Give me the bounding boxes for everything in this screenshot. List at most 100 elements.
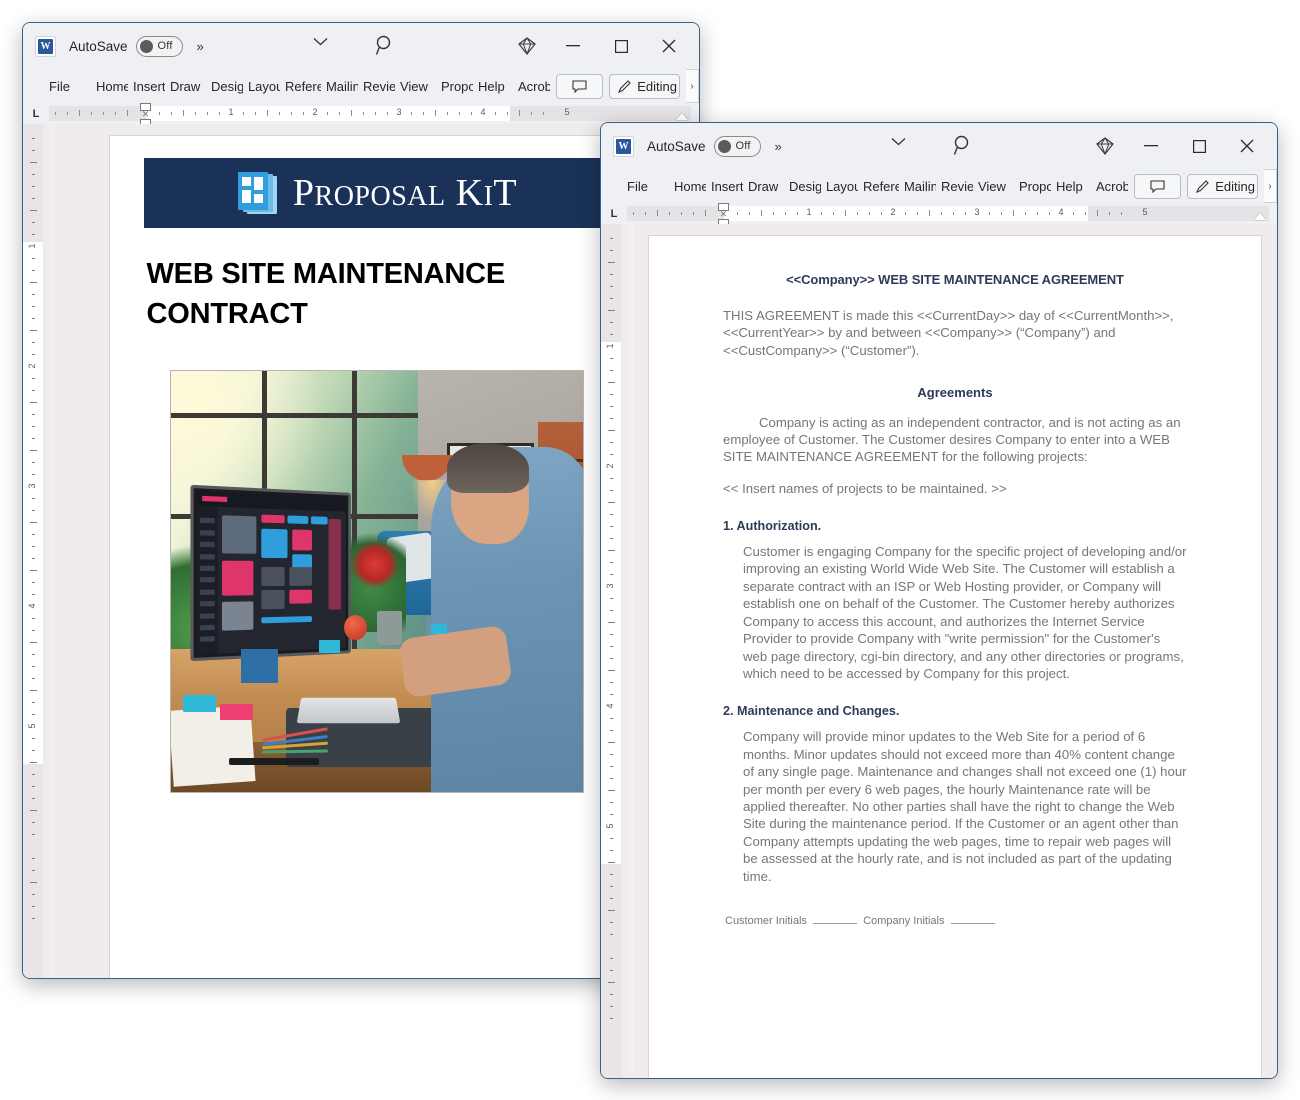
titlebar-2: W AutoSave Off » — [601, 123, 1277, 169]
pencil-icon — [1196, 180, 1210, 193]
horizontal-ruler-2[interactable]: L 1 2 3 4 5 ✕ — [601, 203, 1277, 227]
ruler-number-2: 2 — [312, 107, 318, 117]
tab-mailings[interactable]: Mailings — [899, 169, 936, 203]
window-controls-2 — [1083, 123, 1271, 169]
word-window-1[interactable]: W AutoSave Off » File Home Insert Draw D… — [22, 22, 700, 979]
tab-help[interactable]: Help — [1051, 169, 1091, 203]
tab-references[interactable]: References — [858, 169, 899, 203]
editing-label: Editing — [637, 78, 677, 94]
tab-insert[interactable]: Insert — [706, 169, 743, 203]
vruler-number-2: 2 — [605, 463, 615, 469]
tab-proposal[interactable]: Proposal — [1014, 169, 1051, 203]
tab-help[interactable]: Help — [473, 69, 513, 103]
section-1-body: Customer is engaging Company for the spe… — [743, 543, 1187, 681]
monitor-in-photo — [190, 484, 351, 662]
vertical-ruler-1[interactable]: 1 2 3 4 5 — [23, 124, 43, 978]
close-button[interactable] — [1223, 130, 1271, 162]
editing-mode-button[interactable]: Editing — [1187, 173, 1258, 199]
tab-draw[interactable]: Draw — [743, 169, 784, 203]
word-icon[interactable]: W — [613, 135, 634, 157]
tab-insert[interactable]: Insert — [128, 69, 165, 103]
maximize-button[interactable] — [1175, 130, 1223, 162]
hanging-indent-marker[interactable]: ✕ — [718, 209, 729, 219]
tab-view[interactable]: View — [973, 169, 1014, 203]
minimize-button[interactable] — [1127, 130, 1175, 162]
ruler-number-4: 4 — [480, 107, 486, 117]
tab-layout[interactable]: Layout — [821, 169, 858, 203]
pencil-icon — [618, 80, 632, 93]
page-scroll-2[interactable]: <<Company>> WEB SITE MAINTENANCE AGREEME… — [633, 224, 1277, 1078]
tab-layout[interactable]: Layout — [243, 69, 280, 103]
tab-design[interactable]: Design — [784, 169, 821, 203]
search-icon[interactable] — [375, 34, 395, 56]
ruler-strip[interactable]: 1 2 3 4 5 ✕ — [49, 103, 691, 127]
tab-file[interactable]: File — [35, 69, 83, 103]
hanging-indent-marker[interactable]: ✕ — [140, 109, 151, 119]
projects-placeholder: << Insert names of projects to be mainta… — [723, 480, 1007, 496]
ruler-number-4: 4 — [1058, 207, 1064, 217]
ruler-strip[interactable]: 1 2 3 4 5 ✕ — [627, 203, 1269, 227]
tab-stop-selector[interactable]: L — [23, 103, 49, 124]
tab-references[interactable]: References — [280, 69, 321, 103]
autosave-toggle[interactable]: Off — [713, 135, 761, 157]
tab-home[interactable]: Home — [91, 69, 128, 103]
tab-proposal[interactable]: Proposal — [436, 69, 473, 103]
minimize-button[interactable] — [549, 30, 597, 62]
autosave-state: Off — [157, 40, 173, 52]
vruler-number-4: 4 — [605, 703, 615, 709]
quick-access-more-button[interactable]: » — [775, 139, 782, 154]
ruler-number-3: 3 — [974, 207, 980, 217]
quick-access-more-button[interactable]: » — [197, 39, 204, 54]
tab-review[interactable]: Review — [936, 169, 973, 203]
vruler-number-1: 1 — [27, 243, 37, 249]
document-title: WEB SITE MAINTENANCE CONTRACT — [146, 258, 506, 331]
titlebar-1: W AutoSave Off » — [23, 23, 699, 69]
search-icon[interactable] — [953, 134, 973, 156]
ribbon-right-controls-2: Editing › — [1134, 169, 1277, 203]
word-window-2[interactable]: W AutoSave Off » File Home Insert Draw D… — [600, 122, 1278, 1079]
tab-mailings[interactable]: Mailings — [321, 69, 358, 103]
word-icon[interactable]: W — [35, 35, 56, 57]
section-2-heading: 2. Maintenance and Changes. — [723, 704, 900, 719]
horizontal-ruler-1[interactable]: L 1 2 3 4 5 ✕ — [23, 103, 699, 127]
tab-acrobat[interactable]: Acrobat — [1091, 169, 1128, 203]
section-1-heading: 1. Authorization. — [723, 518, 822, 533]
ribbon-right-controls-1: Editing › — [556, 69, 699, 103]
right-indent-marker[interactable] — [676, 113, 688, 120]
tab-stop-selector[interactable]: L — [601, 203, 627, 224]
tab-design[interactable]: Design — [206, 69, 243, 103]
vertical-ruler-2[interactable]: 1 2 3 4 5 — [601, 224, 621, 1078]
document-page-2[interactable]: <<Company>> WEB SITE MAINTENANCE AGREEME… — [649, 236, 1261, 1078]
footer-company-label: Company Initials — [863, 915, 945, 928]
ribbon-overflow-button[interactable]: › — [686, 69, 699, 103]
agreement-intro: THIS AGREEMENT is made this <<CurrentDay… — [723, 308, 1174, 358]
editing-label: Editing — [1215, 178, 1255, 194]
right-indent-marker[interactable] — [1254, 213, 1266, 220]
tab-draw[interactable]: Draw — [165, 69, 206, 103]
ruler-number-3: 3 — [396, 107, 402, 117]
toggle-knob — [139, 39, 153, 53]
tab-review[interactable]: Review — [358, 69, 395, 103]
editing-mode-button[interactable]: Editing — [609, 73, 680, 99]
ribbon-overflow-button[interactable]: › — [1264, 169, 1277, 203]
ribbon-tabs-2: File Home Insert Draw Design Layout Refe… — [601, 169, 1277, 203]
quick-access-dropdown-icon[interactable] — [313, 37, 328, 46]
vruler-number-5: 5 — [605, 823, 615, 829]
ruler-number-5: 5 — [564, 107, 570, 117]
maximize-button[interactable] — [597, 30, 645, 62]
vruler-number-2: 2 — [27, 363, 37, 369]
diamond-icon[interactable] — [505, 30, 549, 62]
cover-photo — [170, 370, 584, 794]
tab-home[interactable]: Home — [669, 169, 706, 203]
autosave-toggle[interactable]: Off — [135, 35, 183, 57]
tab-acrobat[interactable]: Acrobat — [513, 69, 550, 103]
quick-access-dropdown-icon[interactable] — [891, 137, 906, 146]
tab-view[interactable]: View — [395, 69, 436, 103]
comments-button[interactable] — [1134, 173, 1182, 199]
tab-file[interactable]: File — [613, 169, 661, 203]
comments-button[interactable] — [556, 73, 604, 99]
document-page-1[interactable]: PROPOSAL KIT WEB SITE MAINTENANCE CONTRA… — [109, 136, 645, 978]
diamond-icon[interactable] — [1083, 130, 1127, 162]
close-button[interactable] — [645, 30, 693, 62]
document-area-2: 1 2 3 4 5 <<Company>> WEB SITE MAINTENAN… — [601, 224, 1277, 1078]
